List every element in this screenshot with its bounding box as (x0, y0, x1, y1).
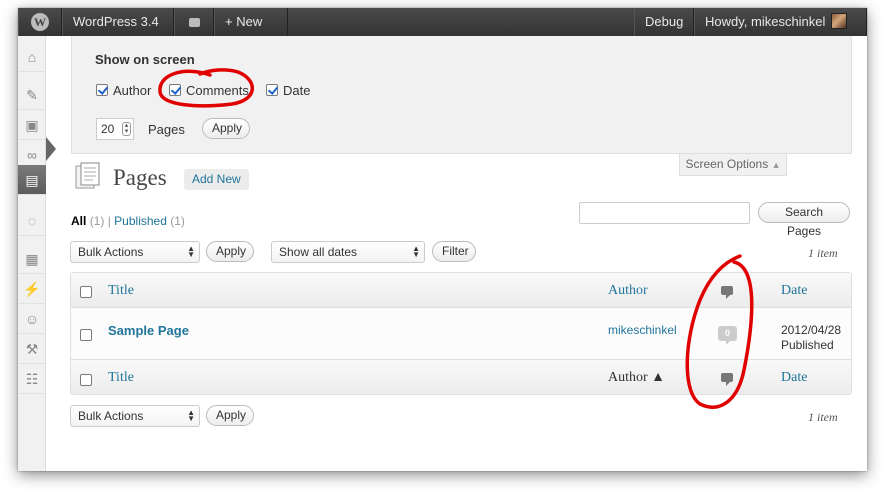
item-count-top: 1 item (808, 246, 838, 260)
dashboard-icon[interactable]: ⌂ (18, 42, 46, 72)
bulk-actions-value-bottom: Bulk Actions (78, 409, 144, 423)
site-name-link[interactable]: WordPress 3.4 (62, 8, 174, 36)
search-pages-button[interactable]: Search Pages (758, 202, 850, 238)
account-menu[interactable]: Howdy, mikeschinkel (694, 8, 867, 36)
date-checkbox-label: Date (283, 83, 311, 98)
author-link[interactable]: mikeschinkel (608, 323, 677, 337)
filter-button[interactable]: Filter (432, 241, 476, 262)
author-checkbox-label: Author (113, 83, 152, 98)
pages-heading-icon (75, 162, 100, 189)
screen-options-apply-button[interactable]: Apply (202, 118, 250, 139)
table-header: Title Author Date (71, 273, 851, 308)
item-count-bottom: 1 item (808, 410, 838, 424)
bulk-apply-button-bottom[interactable]: Apply (206, 405, 254, 426)
title-column-header[interactable]: Title (108, 283, 134, 299)
bulk-apply-button-top[interactable]: Apply (206, 241, 254, 262)
page-title-link[interactable]: Sample Page (108, 323, 189, 338)
comment-bubble-icon (188, 18, 200, 27)
date-column-header[interactable]: Date (781, 283, 807, 299)
stepper-icon[interactable]: ▴ ▾ (122, 122, 131, 136)
table-footer: Title Author ▲ Date (71, 359, 851, 394)
debug-menu[interactable]: Debug (634, 8, 694, 36)
bulk-actions-select-top[interactable]: Bulk Actions ▲ ▼ (70, 241, 200, 263)
add-new-button[interactable]: Add New (184, 169, 249, 190)
filter-all-link[interactable]: All (71, 214, 86, 228)
author-checkbox[interactable] (96, 84, 108, 96)
wordpress-logo-menu[interactable]: W (18, 8, 62, 36)
select-all-checkbox-footer[interactable] (80, 374, 92, 386)
admin-bar: W WordPress 3.4 + New Debug Howdy, mikes… (18, 8, 867, 36)
date-column-footer[interactable]: Date (781, 370, 807, 386)
avatar (831, 13, 848, 29)
per-page-label: Pages (148, 122, 185, 137)
comments-column-toggle[interactable]: Comments (169, 83, 249, 98)
caret-up-icon: ▲ (771, 160, 781, 170)
row-checkbox[interactable] (80, 329, 92, 341)
bulk-actions-select-bottom[interactable]: Bulk Actions ▲ ▼ (70, 405, 200, 427)
users-icon[interactable]: ☺ (18, 304, 46, 334)
pages-icon[interactable]: ▤ (18, 165, 46, 195)
date-filter-value: Show all dates (279, 245, 358, 259)
date-checkbox[interactable] (266, 84, 278, 96)
row-date: 2012/04/28 (781, 323, 842, 337)
screen-options-panel: Show on screen Author Comments Date 20 ▴ ▾… (71, 36, 852, 154)
date-filter-select[interactable]: Show all dates ▲ ▼ (271, 241, 425, 263)
comments-checkbox-label: Comments (186, 83, 249, 98)
screen-options-tab-label: Screen Options (685, 157, 769, 171)
author-column-toggle[interactable]: Author (96, 83, 151, 98)
tools-icon[interactable]: ⚒ (18, 334, 46, 364)
title-column-footer[interactable]: Title (108, 370, 134, 386)
screen-options-title: Show on screen (95, 52, 195, 67)
filter-all-count: (1) (89, 214, 105, 228)
howdy-text: Howdy, mikeschinkel (705, 14, 826, 29)
browser-window: W WordPress 3.4 + New Debug Howdy, mikes… (18, 8, 867, 471)
screen-options-tab[interactable]: Screen Options ▲ (679, 154, 787, 176)
media-icon[interactable]: ▣ (18, 110, 46, 140)
select-arrows-icon: ▲ ▼ (412, 244, 420, 259)
appearance-icon[interactable]: ▦ (18, 244, 46, 274)
settings-icon[interactable]: ☷ (18, 364, 46, 394)
new-content-menu[interactable]: + New (214, 8, 288, 36)
filter-published-count: (1) (170, 214, 185, 228)
table-row: Sample Page mikeschinkel 0 2012/04/28 Pu… (71, 308, 851, 359)
status-filter-links: All (1) | Published (1) (71, 214, 185, 228)
pages-table: Title Author Date Sample Page mikeschink… (70, 272, 852, 395)
per-page-value: 20 (101, 122, 115, 136)
comments-column-icon-footer[interactable] (721, 373, 733, 386)
search-input[interactable] (579, 202, 750, 224)
per-page-input[interactable]: 20 ▴ ▾ (96, 118, 134, 140)
comments-menu[interactable] (174, 8, 214, 36)
select-all-checkbox[interactable] (80, 286, 92, 298)
filter-separator: | (107, 214, 111, 228)
bulk-actions-value: Bulk Actions (78, 245, 144, 259)
select-arrows-icon: ▲ ▼ (187, 244, 195, 259)
comments-checkbox[interactable] (169, 84, 181, 96)
comments-column-icon[interactable] (721, 286, 733, 299)
comments-icon[interactable]: ◌ (18, 206, 46, 236)
admin-menu: ⌂ ✎ ▣ ∞ ▤ ◌ ▦ ⚡ ☺ ⚒ ☷ (18, 36, 46, 471)
comment-count-badge[interactable]: 0 (718, 326, 737, 345)
current-menu-arrow (46, 137, 56, 161)
select-arrows-icon: ▲ ▼ (187, 408, 195, 423)
page-title: Pages (113, 165, 167, 190)
wordpress-logo-icon: W (31, 13, 49, 31)
filter-published-link[interactable]: Published (114, 214, 167, 228)
date-column-toggle[interactable]: Date (266, 83, 310, 98)
plugins-icon[interactable]: ⚡ (18, 274, 46, 304)
author-column-header[interactable]: Author (608, 283, 648, 299)
posts-pin-icon[interactable]: ✎ (18, 80, 46, 110)
author-column-footer[interactable]: Author ▲ (608, 370, 665, 386)
row-status: Published (781, 338, 834, 352)
